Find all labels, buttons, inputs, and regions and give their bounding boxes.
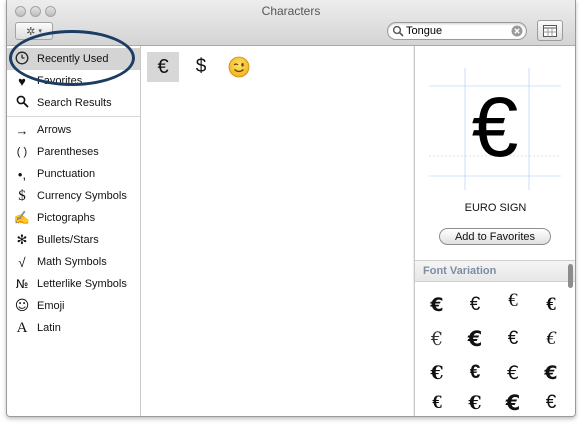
sidebar-item-parentheses[interactable]: ( ) Parentheses — [7, 141, 140, 163]
category-sidebar: Recently Used ♥ Favorites Search Results… — [7, 46, 141, 416]
add-to-favorites-button[interactable]: Add to Favorites — [439, 228, 551, 245]
smiley-icon: ☺ — [14, 298, 30, 314]
winking-face-emoji — [228, 56, 250, 78]
latin-a-icon: A — [16, 319, 28, 336]
sidebar-item-bullets-stars[interactable]: ✻ Bullets/Stars — [7, 229, 140, 251]
sidebar-item-recently-used[interactable]: Recently Used — [7, 48, 140, 70]
font-variant-cell[interactable]: € — [494, 286, 532, 316]
font-variant-cell[interactable]: € — [532, 358, 570, 388]
sidebar-item-label: Letterlike Symbols — [37, 278, 127, 290]
character-cell[interactable]: $ — [185, 52, 217, 82]
font-variant-cell[interactable]: € — [494, 358, 532, 388]
square-root-icon: √ — [18, 254, 26, 270]
character-cell[interactable]: € — [147, 52, 179, 82]
character-info-panel: € EURO SIGN Add to Favorites Font Variat… — [414, 46, 575, 416]
window-title: Characters — [261, 4, 321, 18]
numero-icon: № — [15, 277, 29, 291]
magnifier-icon — [11, 95, 33, 111]
font-variant-cell[interactable]: € — [494, 388, 532, 416]
font-variant-cell[interactable]: € — [532, 388, 570, 416]
font-variant-cell[interactable]: € — [418, 358, 456, 388]
sidebar-item-latin[interactable]: A Latin — [7, 317, 140, 339]
preview-glyph: € — [472, 80, 519, 174]
font-variation-scrollbar[interactable] — [568, 264, 573, 288]
sidebar-item-label: Emoji — [37, 300, 65, 312]
sidebar-item-label: Math Symbols — [37, 256, 107, 268]
sidebar-item-label: Recently Used — [37, 53, 109, 65]
font-variant-cell[interactable]: € — [418, 290, 456, 320]
punctuation-icon: •, — [17, 166, 27, 182]
sidebar-item-punctuation[interactable]: •, Punctuation — [7, 163, 140, 185]
search-icon — [392, 25, 404, 37]
pictograph-icon: ✍ — [13, 210, 31, 225]
parentheses-icon: ( ) — [16, 146, 28, 158]
sidebar-item-label: Currency Symbols — [37, 190, 127, 202]
asterisk-icon: ✻ — [16, 232, 28, 247]
character-grid: € $ — [141, 46, 413, 416]
sidebar-item-label: Parentheses — [37, 146, 99, 158]
sidebar-item-label: Arrows — [37, 124, 72, 136]
sidebar-item-favorites[interactable]: ♥ Favorites — [7, 70, 140, 92]
clear-icon[interactable] — [511, 25, 523, 37]
sidebar-item-label: Pictographs — [37, 212, 96, 224]
sidebar-item-currency-symbols[interactable]: $ Currency Symbols — [7, 185, 140, 207]
sidebar-item-math-symbols[interactable]: √ Math Symbols — [7, 251, 140, 273]
sidebar-item-label: Bullets/Stars — [37, 234, 99, 246]
font-variant-cell[interactable]: € — [532, 290, 570, 320]
characters-window: Characters ✲ ▾ Tongue Recently Used ♥ Fa… — [6, 0, 576, 417]
search-field[interactable] — [387, 22, 527, 40]
sidebar-item-label: Search Results — [37, 97, 112, 109]
font-variant-cell[interactable]: € — [532, 324, 570, 354]
search-input[interactable] — [406, 24, 506, 38]
clock-icon — [11, 51, 33, 68]
arrow-icon: → — [15, 122, 29, 138]
sidebar-item-pictographs[interactable]: ✍ Pictographs — [7, 207, 140, 229]
character-cell[interactable] — [223, 52, 255, 82]
heart-icon: ♥ — [18, 73, 26, 89]
font-variant-cell[interactable]: € — [418, 324, 456, 354]
character-grid-icon — [543, 24, 557, 37]
sidebar-item-emoji[interactable]: ☺ Emoji — [7, 295, 140, 317]
font-variant-cell[interactable]: € — [494, 324, 532, 354]
font-variant-cell[interactable]: € — [456, 324, 494, 354]
gear-icon: ✲ — [26, 25, 36, 38]
font-variant-cell[interactable]: € — [456, 388, 494, 416]
sidebar-divider — [7, 116, 140, 117]
dollar-icon: $ — [18, 187, 26, 204]
character-preview: € — [429, 68, 561, 190]
sidebar-item-label: Punctuation — [37, 168, 96, 180]
title-bar: Characters ✲ ▾ — [7, 0, 575, 46]
sidebar-item-letterlike-symbols[interactable]: № Letterlike Symbols — [7, 273, 140, 295]
chevron-down-icon: ▾ — [38, 28, 42, 35]
character-name: EURO SIGN — [464, 202, 527, 214]
character-grid-button[interactable] — [537, 20, 563, 41]
font-variant-cell[interactable]: € — [456, 358, 494, 388]
sidebar-item-search-results[interactable]: Search Results — [7, 92, 140, 114]
sidebar-item-arrows[interactable]: → Arrows — [7, 119, 140, 141]
font-variation-title: Font Variation — [423, 265, 497, 277]
sidebar-item-label: Latin — [37, 322, 61, 334]
sidebar-item-label: Favorites — [37, 75, 83, 87]
font-variant-cell[interactable]: € — [456, 290, 494, 320]
font-variant-cell[interactable]: € — [418, 388, 456, 416]
font-variation-header: Font Variation — [415, 260, 575, 282]
action-menu-button[interactable]: ✲ ▾ — [15, 22, 53, 40]
